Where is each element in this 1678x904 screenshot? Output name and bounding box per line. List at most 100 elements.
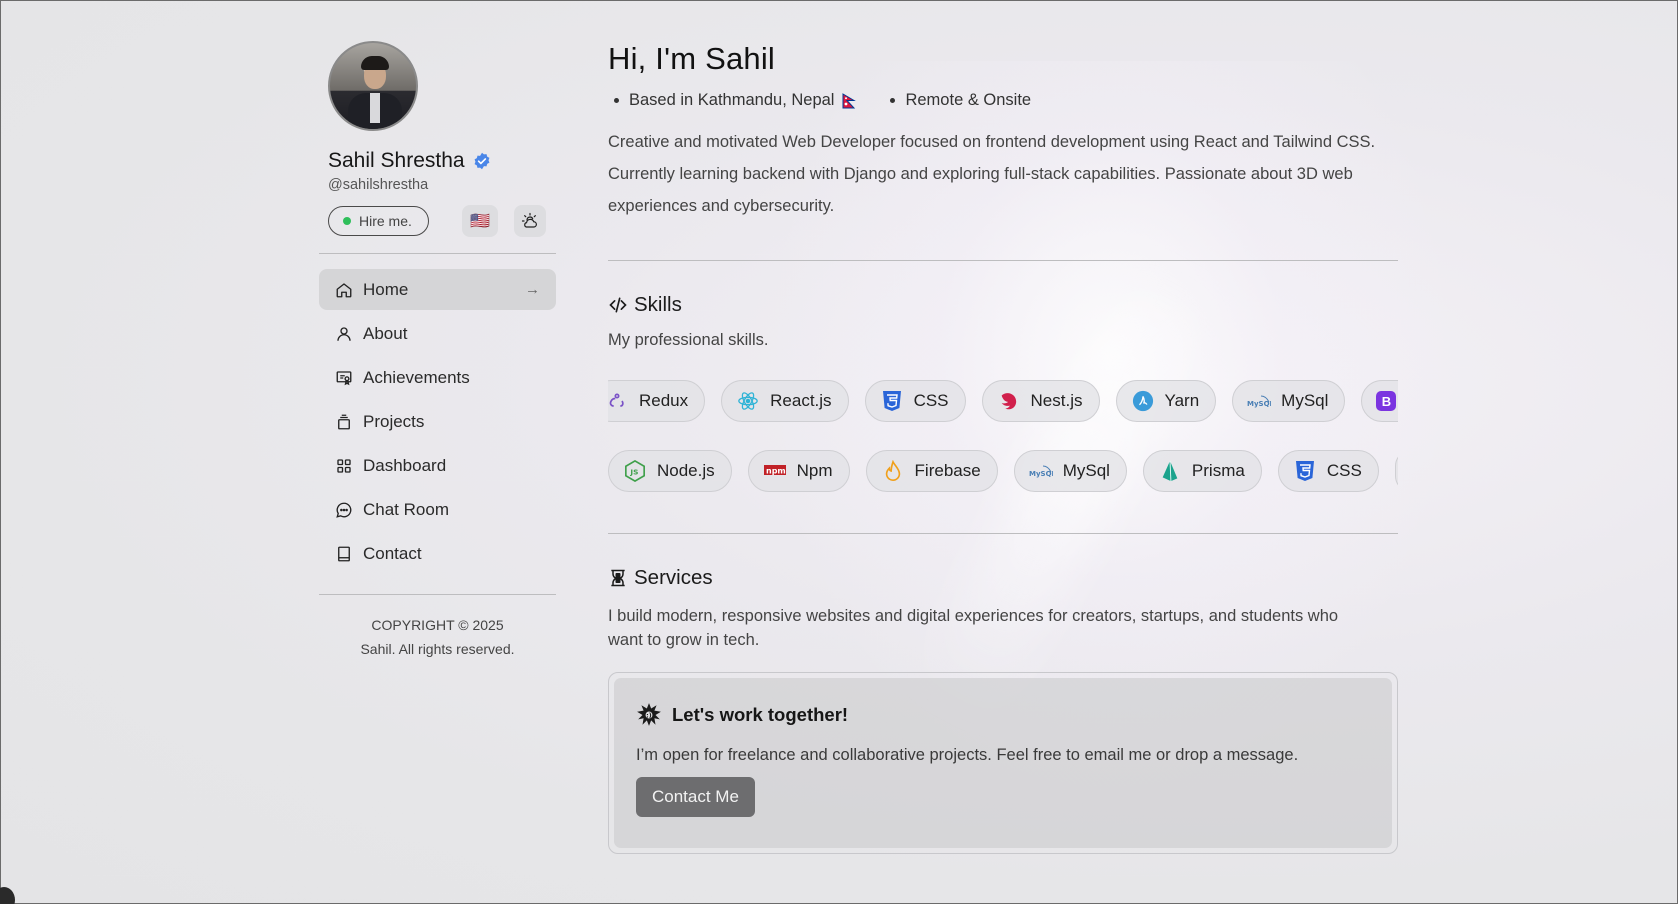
skill-chip-mysql-2: MySQL MySql xyxy=(1013,450,1127,492)
sparkle-burst-icon: :) xyxy=(637,703,661,726)
skill-chip-css: CSS xyxy=(864,380,966,422)
services-title: Services xyxy=(634,566,713,589)
skill-label: Npm xyxy=(796,461,833,480)
cloud-sun-icon xyxy=(521,212,537,228)
hourglass-icon xyxy=(611,569,625,587)
section-divider xyxy=(608,533,1398,534)
skill-chip-bootstrap: B B xyxy=(1361,380,1398,422)
layers-icon xyxy=(338,414,350,429)
skill-label: React.js xyxy=(770,391,832,410)
skill-chip-redux: Redux xyxy=(608,380,706,422)
css-icon xyxy=(880,389,904,413)
nav-item-chat-room[interactable]: Chat Room xyxy=(319,489,556,530)
home-icon xyxy=(336,282,352,297)
avatar xyxy=(328,41,418,131)
nav-label: Home xyxy=(363,279,409,299)
sidebar: Sahil Shrestha @sahilshrestha Hire me. 🇺… xyxy=(319,41,556,661)
nodejs-icon: JS xyxy=(623,459,647,483)
nepal-flag-icon xyxy=(842,92,857,108)
skill-label: Firebase xyxy=(914,461,981,480)
theme-toggle-button[interactable] xyxy=(513,205,546,237)
skill-chip-nodejs: JS Node.js xyxy=(608,450,732,492)
nav-item-projects[interactable]: Projects xyxy=(319,401,556,442)
cta-title-text: Let's work together! xyxy=(672,704,849,725)
css-icon xyxy=(1293,459,1317,483)
npm-icon: npm xyxy=(763,459,787,483)
corner-widget-icon[interactable] xyxy=(0,887,15,904)
skill-chip-css-2: CSS xyxy=(1277,450,1379,492)
skill-label: Yarn xyxy=(1164,391,1200,410)
hero-meta: Based in Kathmandu, Nepal Remote & Onsit… xyxy=(608,91,1398,110)
nav-item-home[interactable]: Home → xyxy=(319,269,556,310)
location-text: Based in Kathmandu, Nepal xyxy=(629,91,835,109)
mysql-icon: MySQL xyxy=(1247,389,1271,413)
skill-chip-npm: npm Npm xyxy=(747,450,850,492)
copyright: COPYRIGHT © 2025 Sahil. All rights reser… xyxy=(319,613,556,661)
svg-text:MySQL: MySQL xyxy=(1247,400,1271,408)
nav-label: Projects xyxy=(363,411,425,431)
nav-item-dashboard[interactable]: Dashboard xyxy=(319,445,556,486)
skill-label: MySql xyxy=(1062,461,1110,480)
contact-me-button[interactable]: Contact Me xyxy=(636,777,755,817)
cta-text: I’m open for freelance and collaborative… xyxy=(636,746,1299,764)
skill-label: MySql xyxy=(1281,391,1329,410)
language-flag-button[interactable]: 🇺🇸 xyxy=(461,205,498,237)
code-icon xyxy=(609,297,627,313)
nav-label: About xyxy=(363,323,408,343)
mysql-icon: MySQL xyxy=(1029,459,1053,483)
skills-marquee: Redux React.js CSS Nest.js Yarn MySQL My… xyxy=(608,379,1398,493)
bootstrap-icon: B xyxy=(1376,391,1397,411)
nav-item-achievements[interactable]: Achievements xyxy=(319,357,556,398)
services-heading: Services xyxy=(608,566,1398,590)
svg-text:JS: JS xyxy=(629,468,638,477)
skill-chip-yarn: Yarn xyxy=(1115,380,1217,422)
firebase-icon xyxy=(881,459,905,483)
copyright-line: COPYRIGHT © 2025 xyxy=(371,617,504,633)
work-mode-info: Remote & Onsite xyxy=(884,91,1031,110)
chat-icon xyxy=(336,502,352,518)
location-info: Based in Kathmandu, Nepal xyxy=(608,91,857,110)
skills-title: Skills xyxy=(634,293,682,316)
profile-handle: @sahilshrestha xyxy=(328,177,429,193)
user-icon xyxy=(337,326,351,341)
bullet-icon xyxy=(614,98,619,103)
sidebar-divider xyxy=(319,594,556,595)
skill-label: Node.js xyxy=(657,461,715,480)
svg-text::): :) xyxy=(646,711,652,719)
skill-chip-mysql: MySQL MySql xyxy=(1232,380,1346,422)
online-status-dot xyxy=(343,217,351,225)
skill-label: Redux xyxy=(639,391,689,410)
skill-chip-prisma: Prisma xyxy=(1142,450,1262,492)
copyright-line: Sahil. All rights reserved. xyxy=(360,641,515,657)
prisma-icon xyxy=(1158,459,1182,483)
bio-text: Creative and motivated Web Developer foc… xyxy=(608,133,1376,215)
bullet-icon xyxy=(890,98,896,103)
grid-icon xyxy=(337,458,351,473)
arrow-right-icon: → xyxy=(525,281,540,298)
skills-row-1: Redux React.js CSS Nest.js Yarn MySQL My… xyxy=(608,379,1398,423)
cta-card-inner: :) Let's work together! I’m open for fre… xyxy=(614,678,1392,848)
certificate-icon xyxy=(336,370,352,385)
section-divider xyxy=(608,260,1398,261)
skill-label: Nest.js xyxy=(1030,391,1083,410)
yarn-icon xyxy=(1131,389,1155,413)
verified-badge-icon xyxy=(474,152,490,170)
skill-chip-partial xyxy=(1394,450,1398,492)
sidebar-nav: Home → About Achievements Projects Dashb… xyxy=(319,269,556,574)
nav-item-contact[interactable]: Contact xyxy=(319,533,556,574)
hire-me-button[interactable]: Hire me. xyxy=(328,206,429,236)
book-icon xyxy=(338,546,350,561)
skills-subtitle: My professional skills. xyxy=(608,331,769,349)
nav-label: Chat Room xyxy=(363,499,449,519)
skill-label: Prisma xyxy=(1191,461,1245,480)
skills-heading: Skills xyxy=(608,293,1398,317)
skill-chip-react: React.js xyxy=(721,380,849,422)
react-icon xyxy=(736,389,760,413)
svg-text:MySQL: MySQL xyxy=(1029,470,1053,478)
nav-item-about[interactable]: About xyxy=(319,313,556,354)
sidebar-divider xyxy=(319,253,556,254)
skill-chip-nestjs: Nest.js xyxy=(981,380,1100,422)
work-mode-text: Remote & Onsite xyxy=(905,91,1032,109)
skill-chip-firebase: Firebase xyxy=(865,450,998,492)
nav-label: Achievements xyxy=(363,367,470,387)
